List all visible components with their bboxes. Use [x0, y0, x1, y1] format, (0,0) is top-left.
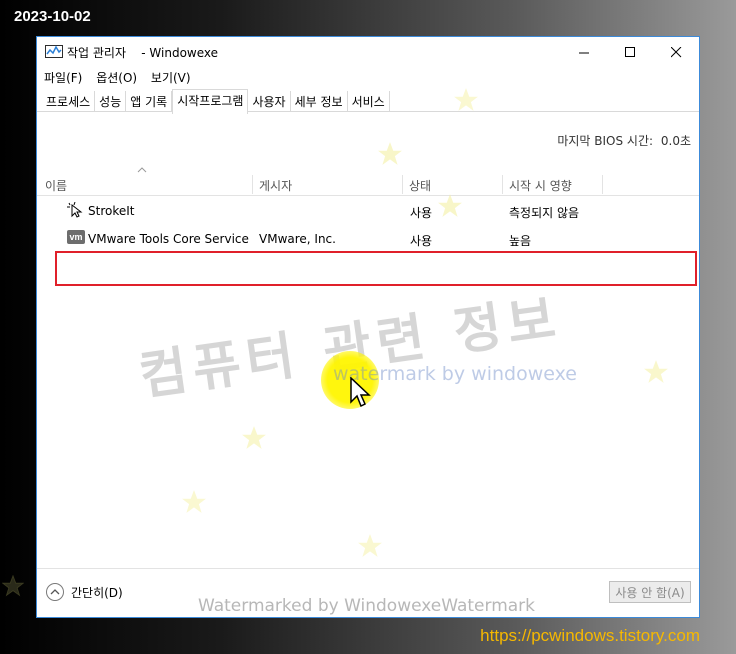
title-bar[interactable]: 작업 관리자 - Windowexe	[37, 37, 699, 67]
minimize-icon	[578, 52, 589, 53]
column-status[interactable]: 상태	[403, 175, 503, 194]
tab-divider	[37, 111, 699, 112]
row-status: 사용	[410, 206, 433, 220]
date-stamp: 2023-10-02	[14, 8, 91, 25]
column-startup-impact[interactable]: 시작 시 영향	[503, 175, 603, 194]
window-title: 작업 관리자 - Windowexe	[67, 46, 219, 60]
table-row[interactable]: vm VMware Tools Core Service VMware, Inc…	[37, 226, 699, 252]
vmware-icon: vm	[67, 230, 85, 246]
strokeit-cursor-icon	[67, 202, 83, 218]
row-status: 사용	[410, 234, 433, 248]
row-publisher: VMware, Inc.	[259, 232, 336, 246]
tab-bar: 프로세스 성능 앱 기록 시작프로그램 사용자 세부 정보 서비스	[42, 89, 390, 114]
chevron-up-icon[interactable]	[46, 583, 64, 601]
tab-details[interactable]: 세부 정보	[291, 91, 348, 111]
close-button[interactable]	[653, 37, 699, 67]
column-name[interactable]: 이름	[39, 175, 253, 194]
row-name: StrokeIt	[88, 204, 135, 218]
fewer-details-link[interactable]: 간단히(D)	[71, 584, 123, 601]
menu-bar: 파일(F) 옵션(O) 보기(V)	[37, 67, 699, 87]
tab-users[interactable]: 사용자	[248, 91, 291, 111]
star-icon	[438, 194, 462, 217]
mouse-cursor-icon	[350, 377, 371, 408]
tab-performance[interactable]: 성능	[95, 91, 127, 111]
close-icon	[670, 46, 681, 57]
menu-view[interactable]: 보기(V)	[146, 67, 196, 86]
row-impact: 측정되지 않음	[509, 206, 580, 220]
task-manager-window: 작업 관리자 - Windowexe 파일(F) 옵션(O) 보기(V) 프로세…	[36, 36, 700, 618]
star-icon	[2, 575, 24, 597]
disable-button[interactable]: 사용 안 함(A)	[609, 581, 691, 603]
star-icon	[358, 534, 382, 557]
star-icon	[242, 426, 266, 449]
minimize-button[interactable]	[561, 37, 607, 67]
tab-startup[interactable]: 시작프로그램	[172, 89, 249, 114]
highlight-box	[55, 251, 697, 286]
row-name: VMware Tools Core Service	[88, 232, 249, 246]
star-icon	[454, 88, 478, 111]
column-header: 이름 게시자 상태 시작 시 영향	[37, 175, 699, 196]
row-impact: 높음	[509, 234, 532, 248]
star-icon	[378, 142, 402, 165]
task-manager-icon	[45, 45, 63, 58]
maximize-button[interactable]	[607, 37, 653, 67]
menu-file[interactable]: 파일(F)	[37, 67, 87, 86]
tab-app-history[interactable]: 앱 기록	[126, 91, 173, 111]
tab-services[interactable]: 서비스	[348, 91, 390, 111]
star-icon	[182, 490, 206, 513]
watermark-bottom: Watermarked by WindowexeWatermark	[198, 596, 536, 616]
column-publisher[interactable]: 게시자	[253, 175, 403, 194]
bios-time-value: 0.0초	[660, 134, 691, 148]
sort-arrow-icon	[137, 167, 147, 173]
star-icon	[644, 360, 668, 383]
site-url: https://pcwindows.tistory.com	[480, 626, 700, 645]
menu-options[interactable]: 옵션(O)	[91, 67, 142, 86]
table-row[interactable]: StrokeIt 사용 측정되지 않음	[37, 198, 699, 224]
bios-time: 마지막 BIOS 시간: 0.0초	[557, 132, 691, 149]
tab-processes[interactable]: 프로세스	[42, 91, 96, 111]
bios-time-label: 마지막 BIOS 시간:	[557, 134, 654, 148]
maximize-icon	[624, 46, 635, 57]
